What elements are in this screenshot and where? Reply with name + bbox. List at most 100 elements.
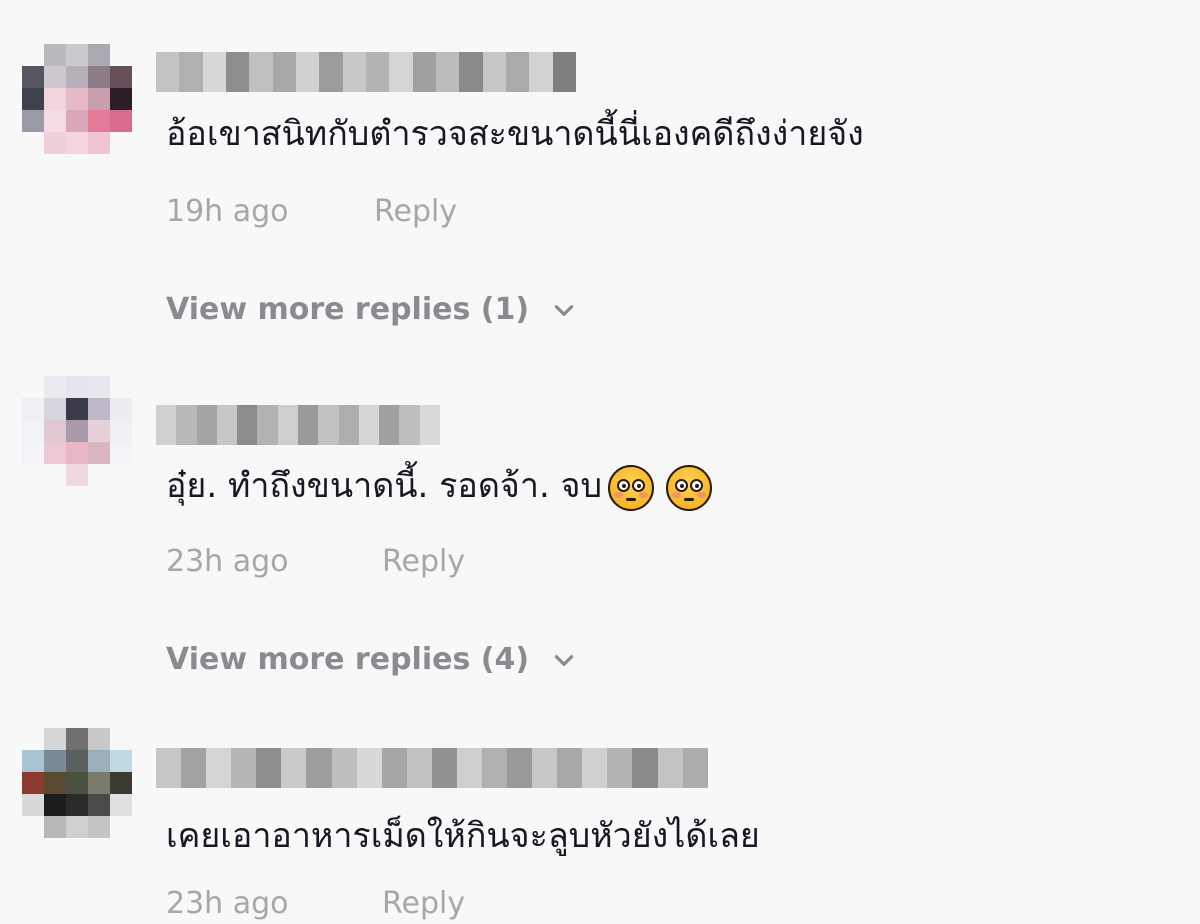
avatar-pixel bbox=[44, 44, 66, 66]
reply-button[interactable]: Reply bbox=[374, 192, 457, 232]
comment-text: เคยเอาอาหารเม็ดให้กินจะลูบหัวยังได้เลย bbox=[166, 816, 760, 856]
username-pixel bbox=[682, 748, 708, 788]
avatar-pixel bbox=[88, 132, 110, 154]
username-pixel bbox=[281, 748, 307, 788]
avatar-pixel bbox=[22, 772, 44, 794]
avatar-pixel bbox=[88, 728, 110, 750]
avatar-pixel bbox=[110, 794, 132, 816]
username-pixel bbox=[295, 52, 320, 92]
comment-time: 23h ago bbox=[166, 886, 289, 921]
username-pixel bbox=[507, 748, 533, 788]
avatar-pixel bbox=[22, 442, 44, 464]
username-pixel bbox=[459, 52, 483, 92]
username-pixel bbox=[607, 748, 633, 788]
avatar[interactable] bbox=[22, 376, 132, 486]
avatar-pixel bbox=[66, 110, 88, 132]
avatar-pixel bbox=[66, 772, 88, 794]
username-pixel bbox=[552, 52, 576, 92]
username-pixel bbox=[356, 748, 382, 788]
username-pixel bbox=[237, 405, 258, 445]
avatar-pixel bbox=[88, 816, 110, 838]
avatar[interactable] bbox=[22, 44, 132, 154]
avatar-pixel bbox=[110, 110, 132, 132]
avatar-pixel bbox=[44, 794, 66, 816]
username-pixel bbox=[249, 52, 273, 92]
username-pixel bbox=[277, 405, 298, 445]
avatar-pixel bbox=[66, 442, 88, 464]
avatar-pixel bbox=[22, 420, 44, 442]
username-pixel bbox=[156, 52, 180, 92]
avatar-pixel bbox=[66, 420, 88, 442]
avatar-pixel bbox=[44, 66, 66, 88]
avatar-pixel bbox=[66, 750, 88, 772]
avatar-pixel bbox=[88, 442, 110, 464]
avatar-pixel bbox=[44, 464, 66, 486]
avatar-pixel bbox=[88, 376, 110, 398]
username-pixel bbox=[256, 748, 282, 788]
username-pixel bbox=[176, 405, 197, 445]
avatar-pixel bbox=[110, 66, 132, 88]
view-more-replies-button[interactable]: View more replies (1) bbox=[166, 290, 577, 330]
username-pixel bbox=[456, 748, 483, 788]
username-blurred[interactable] bbox=[156, 52, 576, 92]
comment-text: อ้อเขาสนิทกับตำรวจสะขนาดนี้นี่เองคดีถึงง… bbox=[166, 114, 864, 154]
username-pixel bbox=[202, 52, 226, 92]
view-more-label: View more replies (1) bbox=[166, 292, 530, 327]
username-pixel bbox=[297, 405, 319, 445]
avatar-pixel bbox=[88, 420, 110, 442]
username-pixel bbox=[419, 405, 440, 445]
avatar-pixel bbox=[22, 132, 44, 154]
avatar-pixel bbox=[110, 442, 132, 464]
avatar-pixel bbox=[110, 420, 132, 442]
username-pixel bbox=[406, 748, 432, 788]
avatar-pixel bbox=[22, 794, 44, 816]
avatar-pixel bbox=[44, 398, 66, 420]
view-more-replies-button[interactable]: View more replies (4) bbox=[166, 640, 577, 680]
username-pixel bbox=[231, 748, 257, 788]
username-pixel bbox=[206, 748, 232, 788]
comment-meta: 19h ago Reply bbox=[166, 192, 457, 232]
username-pixel bbox=[557, 748, 583, 788]
username-pixel bbox=[257, 405, 278, 445]
avatar[interactable] bbox=[22, 728, 132, 838]
username-pixel bbox=[306, 748, 332, 788]
reply-button[interactable]: Reply bbox=[382, 884, 465, 924]
avatar-pixel bbox=[22, 88, 44, 110]
avatar-pixel bbox=[66, 88, 88, 110]
username-pixel bbox=[379, 405, 400, 445]
chevron-down-icon bbox=[554, 655, 574, 666]
avatar-pixel bbox=[44, 376, 66, 398]
avatar-pixel bbox=[44, 728, 66, 750]
username-pixel bbox=[412, 52, 436, 92]
username-pixel bbox=[272, 52, 296, 92]
avatar-pixel bbox=[44, 750, 66, 772]
username-pixel bbox=[532, 748, 558, 788]
avatar-pixel bbox=[66, 794, 88, 816]
username-pixel bbox=[331, 748, 357, 788]
avatar-pixel bbox=[88, 398, 110, 420]
avatar-pixel bbox=[66, 398, 88, 420]
username-pixel bbox=[657, 748, 683, 788]
username-pixel bbox=[338, 405, 359, 445]
username-pixel bbox=[399, 405, 420, 445]
reply-button[interactable]: Reply bbox=[382, 542, 465, 582]
comment-meta: 23h ago Reply bbox=[166, 542, 465, 582]
avatar-pixel bbox=[110, 398, 132, 420]
username-pixel bbox=[529, 52, 553, 92]
avatar-pixel bbox=[88, 66, 110, 88]
avatar-pixel bbox=[44, 110, 66, 132]
avatar-pixel bbox=[88, 794, 110, 816]
username-blurred[interactable] bbox=[156, 748, 708, 788]
username-pixel bbox=[482, 52, 506, 92]
username-blurred[interactable] bbox=[156, 405, 440, 445]
flushed-face-icon bbox=[608, 464, 655, 511]
avatar-pixel bbox=[88, 772, 110, 794]
avatar-pixel bbox=[66, 376, 88, 398]
username-pixel bbox=[389, 52, 413, 92]
username-pixel bbox=[632, 748, 658, 788]
avatar-pixel bbox=[44, 772, 66, 794]
username-pixel bbox=[156, 405, 177, 445]
username-pixel bbox=[318, 405, 339, 445]
avatar-pixel bbox=[110, 728, 132, 750]
username-pixel bbox=[381, 748, 407, 788]
